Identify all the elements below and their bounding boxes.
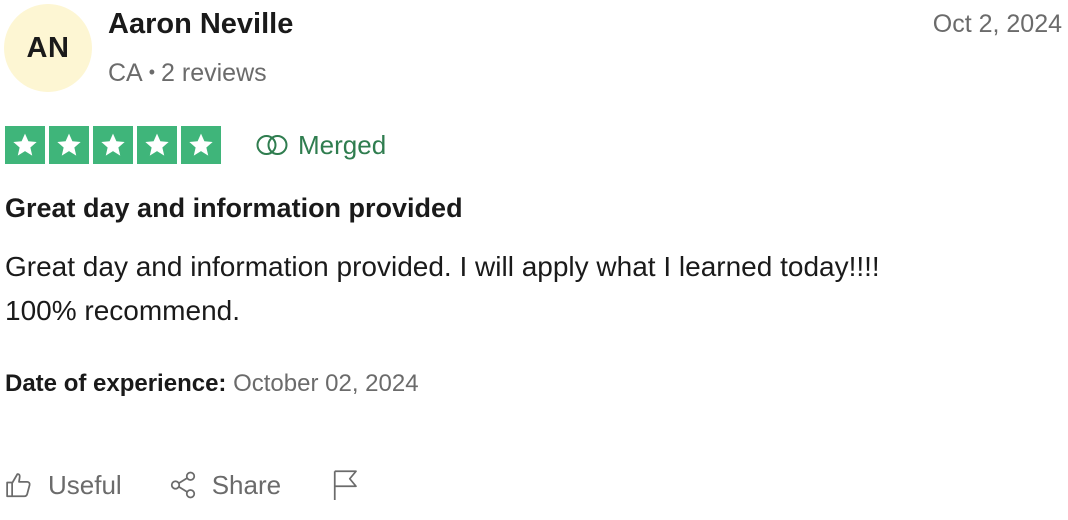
experience-date: October 02, 2024: [233, 370, 419, 397]
star-icon: [145, 133, 169, 156]
star-icon: [57, 133, 81, 156]
merged-rings-icon: [256, 135, 288, 155]
thumbs-up-icon: [6, 473, 31, 498]
star-5: [181, 126, 221, 164]
useful-label: Useful: [48, 469, 122, 500]
star-3: [93, 126, 133, 164]
star-4: [137, 126, 177, 164]
merged-badge[interactable]: Merged: [254, 128, 386, 162]
report-button[interactable]: [331, 468, 361, 502]
star-rating: [5, 126, 221, 164]
avatar: AN: [4, 4, 92, 92]
review-body-line: 100% recommend.: [5, 295, 241, 326]
reviewer-meta: CA • 2 reviews: [108, 56, 267, 89]
merged-label: Merged: [298, 130, 387, 160]
review-card: AN Aaron Neville CA • 2 reviews Oct 2, 202…: [0, 0, 1068, 520]
review-date: Oct 2, 2024: [932, 10, 1062, 38]
share-label: Share: [211, 469, 282, 500]
review-body-line: Great day and information provided. I wi…: [5, 251, 880, 282]
star-2: [49, 126, 89, 164]
reviewer-name[interactable]: Aaron Neville: [108, 6, 293, 42]
reviewer-review-count: 2 reviews: [161, 59, 267, 87]
star-icon: [101, 133, 125, 156]
flag-icon: [333, 470, 357, 500]
review-actions: Useful Share: [4, 466, 361, 504]
review-title: Great day and information provided: [5, 193, 463, 223]
reviewer-country: CA: [108, 59, 143, 87]
share-icon: [170, 471, 195, 499]
date-of-experience: Date of experience: October 02, 2024: [5, 367, 419, 401]
share-button[interactable]: Share: [168, 470, 281, 501]
star-1: [5, 126, 45, 164]
star-icon: [13, 133, 37, 156]
experience-label: Date of experience:: [5, 370, 227, 397]
star-icon: [189, 133, 213, 156]
meta-separator: •: [148, 62, 156, 82]
useful-button[interactable]: Useful: [4, 470, 122, 501]
review-body: Great day and information provided. I wi…: [5, 245, 1055, 333]
